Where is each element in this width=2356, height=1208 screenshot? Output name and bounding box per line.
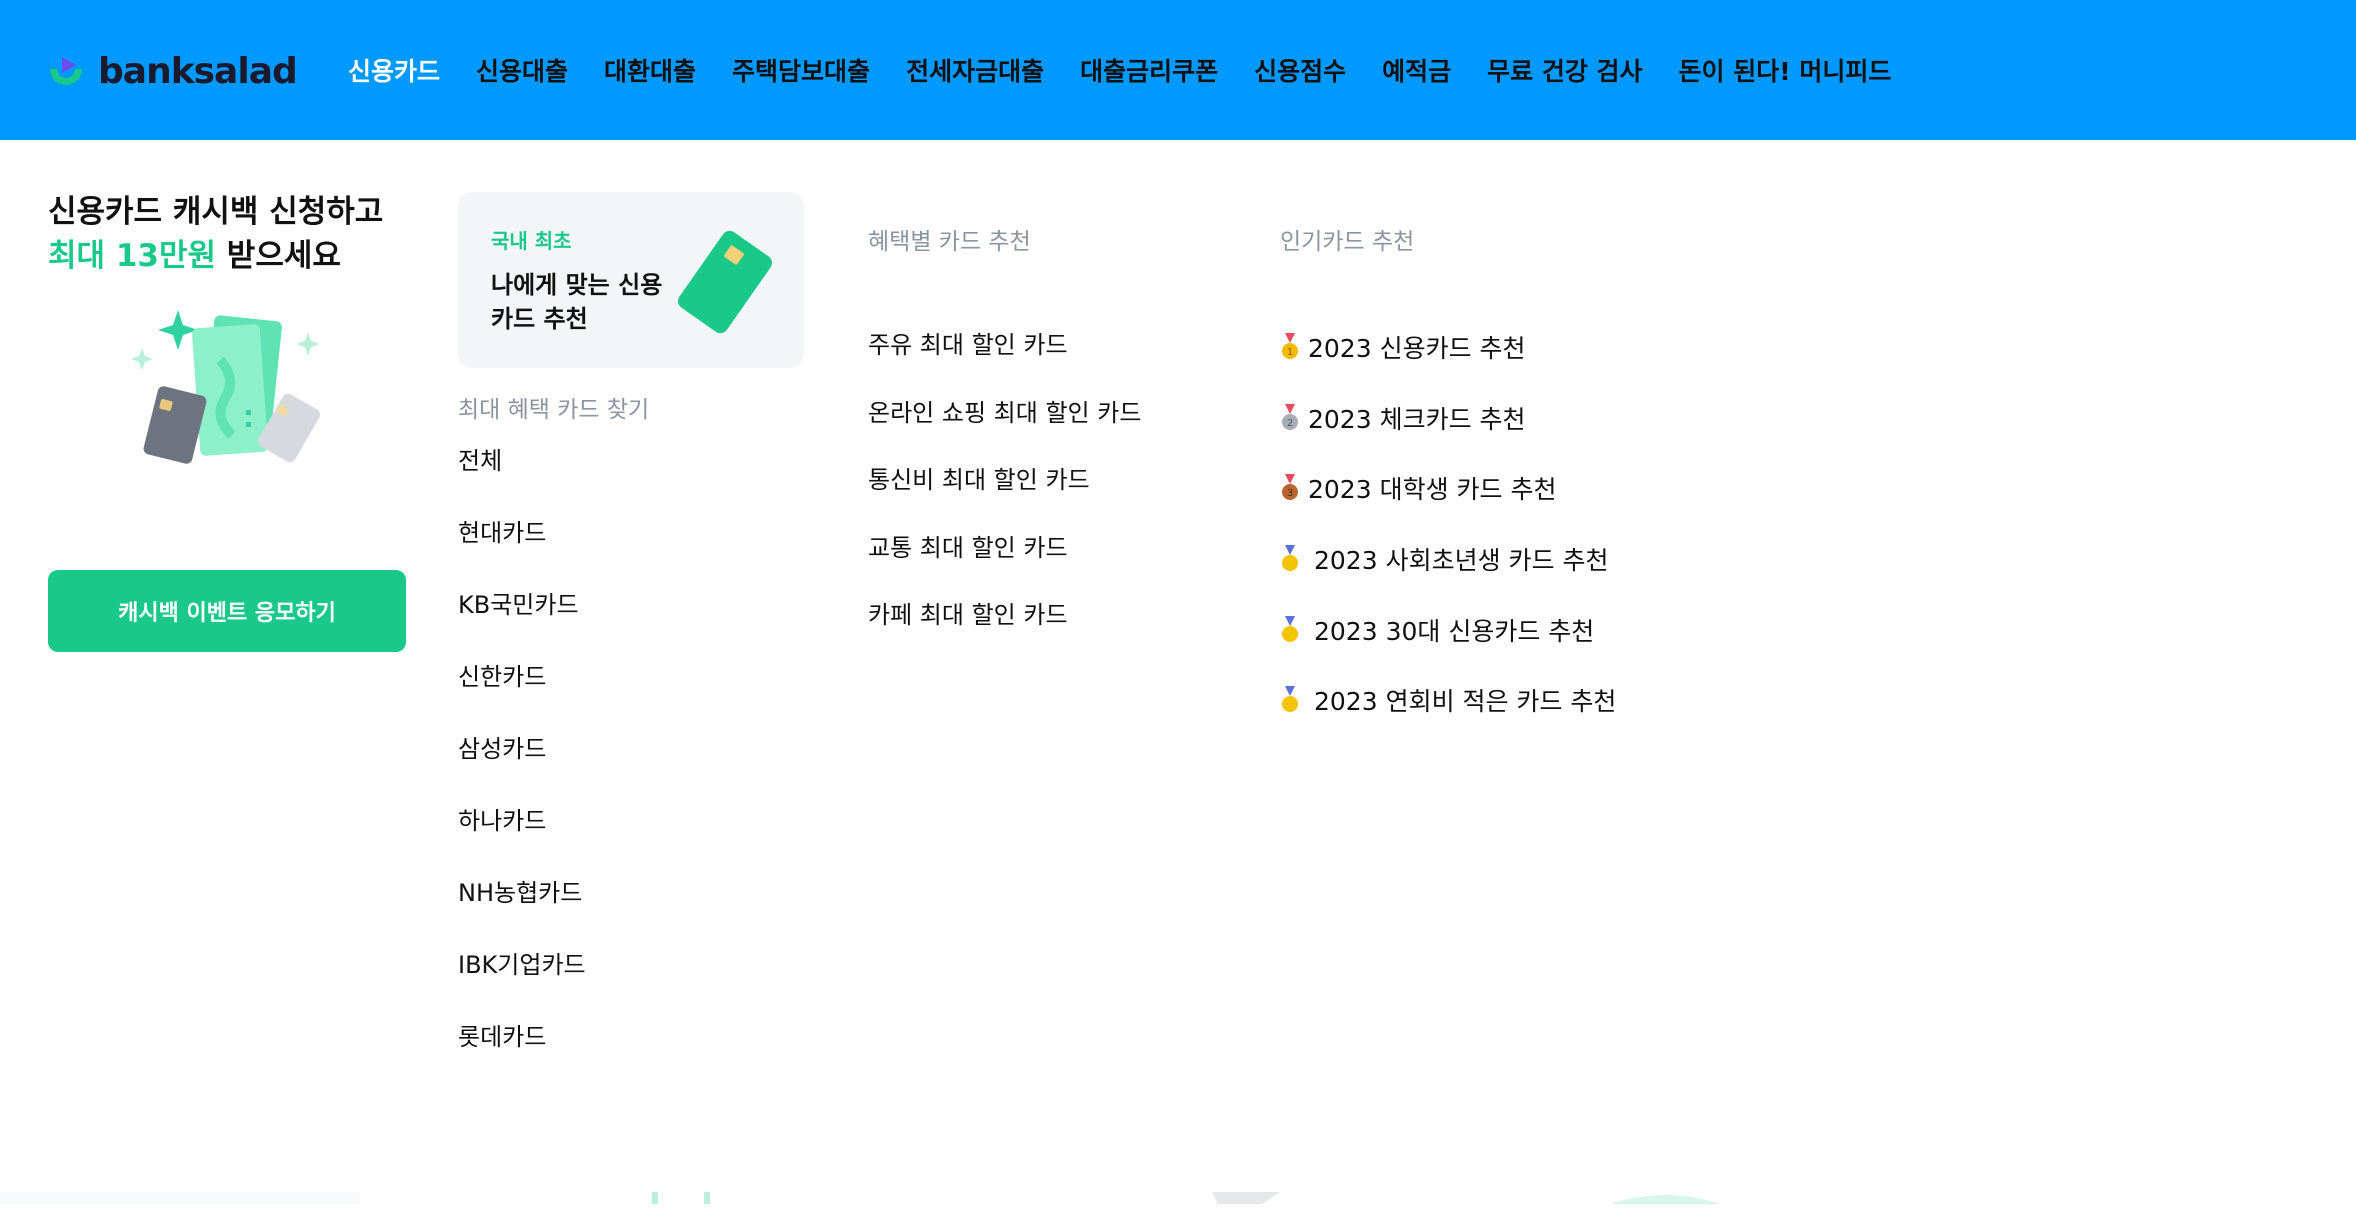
credit-card-icon <box>678 230 772 334</box>
nav-item-credit-score[interactable]: 신용점수 <box>1254 52 1346 88</box>
benefit-list: 주유 최대 할인 카드 온라인 쇼핑 최대 할인 카드 통신비 최대 할인 카드… <box>868 312 1141 650</box>
banksalad-logo[interactable]: banksalad <box>46 48 298 94</box>
popular-label: 2023 연회비 적은 카드 추천 <box>1314 687 1617 717</box>
promo-title: 신용카드 캐시백 신청하고 최대 13만원 받으세요 <box>48 190 408 278</box>
svg-text:2: 2 <box>1287 418 1293 429</box>
medal-icon <box>1282 615 1298 642</box>
nav-item-money-feed[interactable]: 돈이 된다! 머니피드 <box>1679 52 1892 88</box>
issuer-link-lotte[interactable]: 롯데카드 <box>458 1001 586 1073</box>
benefit-link-telecom[interactable]: 통신비 최대 할인 카드 <box>868 447 1141 515</box>
promo-title-line1: 신용카드 캐시백 신청하고 <box>48 194 384 230</box>
popular-link-student-card[interactable]: 3 2023 대학생 카드 추천 <box>1280 453 1616 524</box>
nav-item-credit-loan[interactable]: 신용대출 <box>476 52 568 88</box>
brand-name: banksalad <box>98 50 298 92</box>
issuer-link-ibk[interactable]: IBK기업카드 <box>458 929 586 1001</box>
gold-medal-icon: 1 <box>1282 333 1298 360</box>
nav-item-loan-rate-coupon[interactable]: 대출금리쿠폰 <box>1080 52 1218 88</box>
page-content-peek <box>0 1192 1720 1204</box>
promo-title-rest: 받으세요 <box>216 238 341 274</box>
popular-link-30s-card[interactable]: 2023 30대 신용카드 추천 <box>1280 594 1616 665</box>
popular-link-low-fee-card[interactable]: 2023 연회비 적은 카드 추천 <box>1280 665 1616 736</box>
benefit-link-transport[interactable]: 교통 최대 할인 카드 <box>868 515 1141 583</box>
nav-item-health-check[interactable]: 무료 건강 검사 <box>1487 52 1642 88</box>
main-nav: 신용카드 신용대출 대환대출 주택담보대출 전세자금대출 대출금리쿠폰 신용점수… <box>348 50 1927 90</box>
promo-title-line2: 최대 13만원 받으세요 <box>48 234 408 278</box>
recommend-text: 나에게 맞는 신용카드 추천 <box>491 271 663 333</box>
banksalad-logo-icon <box>50 57 82 85</box>
issuer-link-hana[interactable]: 하나카드 <box>458 785 586 857</box>
issuer-link-hyundai[interactable]: 현대카드 <box>458 497 586 569</box>
benefit-link-cafe[interactable]: 카페 최대 할인 카드 <box>868 582 1141 650</box>
silver-medal-icon: 2 <box>1282 403 1298 430</box>
svg-text:3: 3 <box>1287 488 1293 499</box>
popular-link-check-card[interactable]: 2 2023 체크카드 추천 <box>1280 383 1616 454</box>
medal-icon <box>1282 686 1298 713</box>
cards-sparkle-icon <box>131 310 320 464</box>
popular-link-new-employee-card[interactable]: 2023 사회초년생 카드 추천 <box>1280 524 1616 595</box>
issuer-link-samsung[interactable]: 삼성카드 <box>458 713 586 785</box>
benefits-heading: 혜택별 카드 추천 <box>868 229 1031 255</box>
nav-item-mortgage-loan[interactable]: 주택담보대출 <box>732 52 870 88</box>
nav-item-refinance-loan[interactable]: 대환대출 <box>604 52 696 88</box>
popular-list: 1 2023 신용카드 추천 2 2023 체크카드 추천 3 2023 대학생… <box>1280 312 1616 736</box>
popular-label: 2023 체크카드 추천 <box>1308 404 1526 434</box>
issuer-link-all[interactable]: 전체 <box>458 425 586 497</box>
medal-icon <box>1282 545 1298 572</box>
nav-item-savings[interactable]: 예적금 <box>1382 52 1451 88</box>
recommend-tag: 국내 최초 <box>491 229 572 253</box>
benefit-link-fuel[interactable]: 주유 최대 할인 카드 <box>868 312 1141 380</box>
benefit-link-online-shopping[interactable]: 온라인 쇼핑 최대 할인 카드 <box>868 380 1141 448</box>
issuers-heading: 최대 혜택 카드 찾기 <box>458 397 650 423</box>
issuer-list: 전체 현대카드 KB국민카드 신한카드 삼성카드 하나카드 NH농협카드 IBK… <box>458 425 586 1073</box>
popular-label: 2023 사회초년생 카드 추천 <box>1314 546 1609 576</box>
popular-label: 2023 신용카드 추천 <box>1308 334 1526 364</box>
bronze-medal-icon: 3 <box>1282 474 1298 501</box>
cashback-promo: 신용카드 캐시백 신청하고 최대 13만원 받으세요 캐시백 이벤트 응모하기 <box>48 190 408 652</box>
nav-item-credit-card[interactable]: 신용카드 <box>348 52 440 88</box>
top-navigation-bar: banksalad 신용카드 신용대출 대환대출 주택담보대출 전세자금대출 대… <box>0 0 2356 140</box>
popular-label: 2023 대학생 카드 추천 <box>1308 475 1557 505</box>
popular-link-credit-card[interactable]: 1 2023 신용카드 추천 <box>1280 312 1616 383</box>
cashback-event-button[interactable]: 캐시백 이벤트 응모하기 <box>48 570 406 652</box>
nav-item-jeonse-loan[interactable]: 전세자금대출 <box>906 52 1044 88</box>
popular-label: 2023 30대 신용카드 추천 <box>1314 616 1595 646</box>
issuer-link-kb[interactable]: KB국민카드 <box>458 569 586 641</box>
issuer-link-shinhan[interactable]: 신한카드 <box>458 641 586 713</box>
promo-highlight-amount: 최대 13만원 <box>48 238 217 274</box>
credit-card-mega-menu: 신용카드 캐시백 신청하고 최대 13만원 받으세요 캐시백 이벤트 응모하기 … <box>0 140 2356 1190</box>
popular-heading: 인기카드 추천 <box>1280 229 1415 255</box>
issuer-link-nh[interactable]: NH농협카드 <box>458 857 586 929</box>
svg-text:1: 1 <box>1287 347 1293 358</box>
card-recommend-banner[interactable]: 국내 최초 나에게 맞는 신용카드 추천 <box>458 192 804 368</box>
